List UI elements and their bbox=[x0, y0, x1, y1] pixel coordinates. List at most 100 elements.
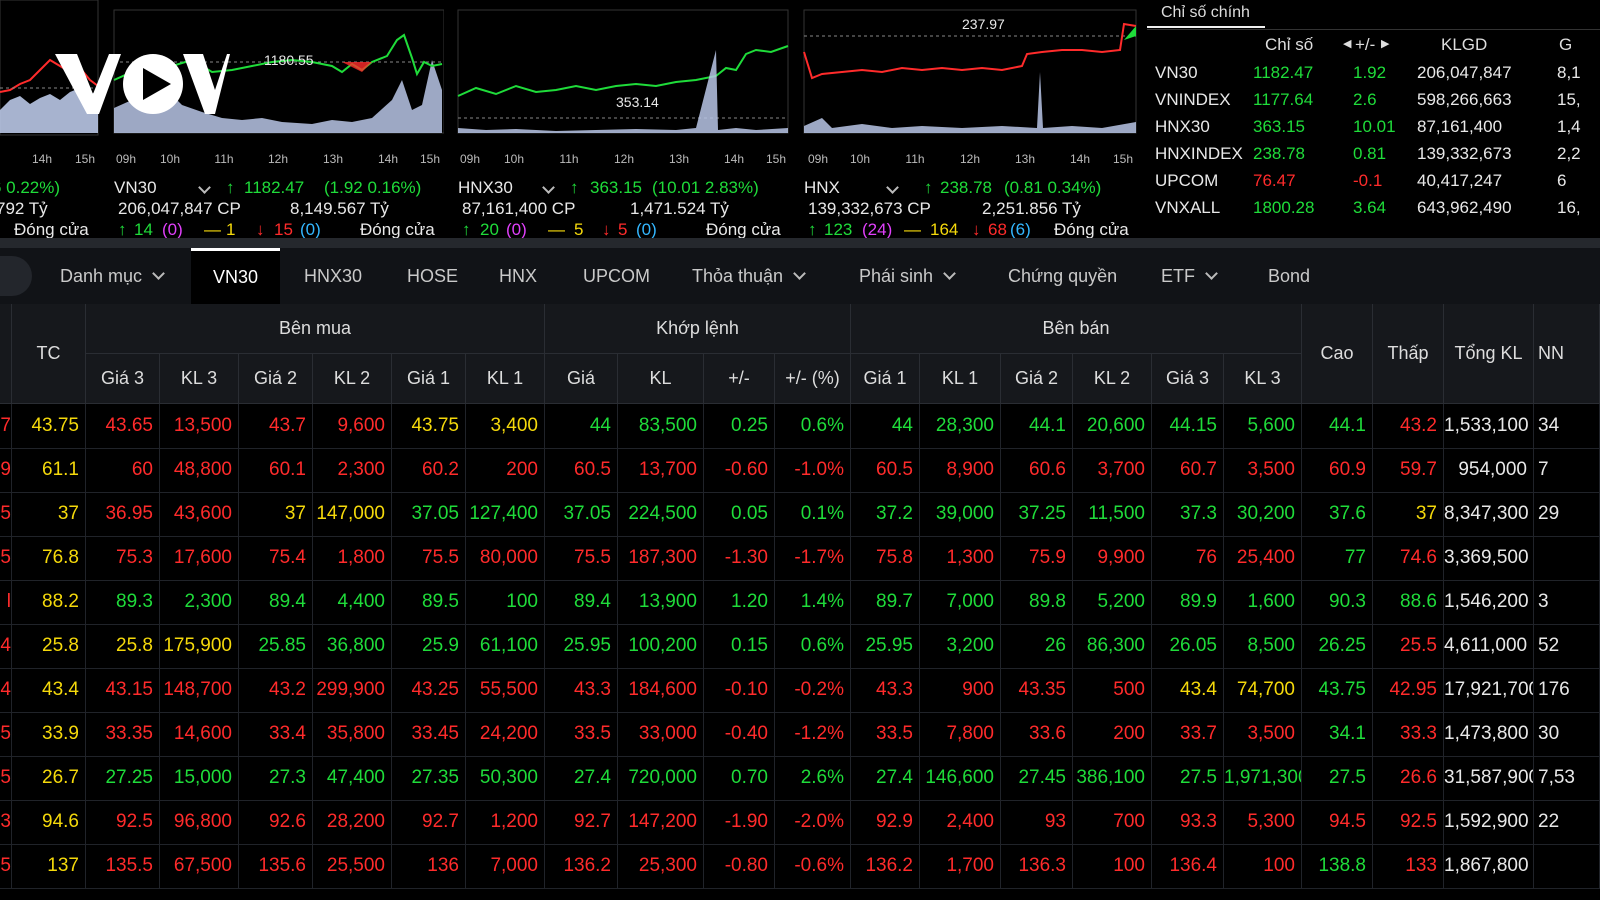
index-name: VNXALL bbox=[1155, 198, 1221, 217]
col-change-pct[interactable]: +/- (%) bbox=[775, 354, 851, 404]
tab-phai-sinh[interactable]: Phái sinh bbox=[859, 248, 956, 304]
table-row[interactable]: 4 43.4 43.15 148,700 43.2 299,900 43.25 55,500 4… bbox=[0, 668, 1600, 713]
tab-danh-muc[interactable]: Danh mục bbox=[60, 248, 165, 304]
table-row[interactable]: 5 37 36.95 43,600 37 147,000 37.05 127,400 37.05… bbox=[0, 492, 1600, 537]
index-change: -0.1 bbox=[1353, 171, 1383, 190]
index-value: 8,149.567 Tỷ bbox=[290, 199, 389, 218]
index-select[interactable]: VN30 bbox=[114, 178, 157, 198]
table-row[interactable]: 4 25.8 25.8 175,900 25.85 36,800 25.9 61,100 25.… bbox=[0, 624, 1600, 669]
symbol-cell[interactable]: 5 bbox=[0, 844, 12, 888]
symbol-cell[interactable]: 5 bbox=[0, 536, 12, 580]
down-arrow-icon: ↓ bbox=[256, 220, 265, 239]
table-cell: 43.2 bbox=[1373, 404, 1444, 448]
col-buy-vol-2[interactable]: KL 2 bbox=[313, 354, 392, 404]
time-tick: 13h bbox=[1014, 152, 1036, 166]
index-row[interactable]: VN30 1182.47 1.92 206,047,847 8,1 bbox=[1147, 59, 1600, 86]
symbol-cell[interactable]: 4 bbox=[0, 668, 12, 712]
time-tick: 14h bbox=[31, 152, 53, 166]
table-cell: 22 bbox=[1534, 800, 1600, 844]
tab-vn30[interactable]: VN30 bbox=[191, 248, 280, 304]
col-buy-vol-3[interactable]: KL 3 bbox=[160, 354, 239, 404]
table-row[interactable]: 5 26.7 27.25 15,000 27.3 47,400 27.35 50,300 27.… bbox=[0, 756, 1600, 801]
col-reference[interactable]: TC bbox=[12, 304, 86, 404]
tab-chung-quyen[interactable]: Chứng quyền bbox=[1008, 248, 1117, 304]
table-cell: 1,546,200 bbox=[1444, 580, 1534, 624]
chevron-down-icon[interactable] bbox=[542, 181, 555, 194]
table-cell: 26.7 bbox=[12, 756, 86, 800]
tab-etf[interactable]: ETF bbox=[1161, 248, 1218, 304]
sort-arrows-icon[interactable]: ▶ bbox=[1381, 31, 1389, 58]
col-sell-vol-2[interactable]: KL 2 bbox=[1073, 354, 1152, 404]
symbol-cell[interactable]: 5 bbox=[0, 712, 12, 756]
index-row[interactable]: HNXINDEX 238.78 0.81 139,332,673 2,2 bbox=[1147, 140, 1600, 167]
table-cell: 43.4 bbox=[12, 668, 86, 712]
chevron-down-icon[interactable] bbox=[886, 181, 899, 194]
symbol-cell[interactable]: l bbox=[0, 580, 12, 624]
col-low[interactable]: Thấp bbox=[1373, 304, 1444, 404]
index-value: 1,471.524 Tỷ bbox=[630, 199, 729, 218]
table-cell: 25.8 bbox=[86, 624, 160, 668]
table-cell: 187,300 bbox=[618, 536, 704, 580]
col-match-price[interactable]: Giá bbox=[545, 354, 618, 404]
table-cell: 43.3 bbox=[545, 668, 618, 712]
col-high[interactable]: Cao bbox=[1302, 304, 1373, 404]
index-row[interactable]: VNINDEX 1177.64 2.6 598,266,663 15, bbox=[1147, 86, 1600, 113]
table-cell: 60 bbox=[86, 448, 160, 492]
index-change: 10.01 bbox=[1353, 117, 1396, 136]
symbol-cell[interactable]: 9 bbox=[0, 448, 12, 492]
table-row[interactable]: 9 61.1 60 48,800 60.1 2,300 60.2 200 60.5 13,700-… bbox=[0, 448, 1600, 493]
tab-hose[interactable]: HOSE bbox=[407, 248, 458, 304]
chart-panel-hnx30[interactable]: 353.14 09h 10h 11h 12h 13h 14h 15h HNX30… bbox=[456, 0, 790, 239]
table-cell: 147,200 bbox=[618, 800, 704, 844]
unchanged-icon: — bbox=[548, 220, 565, 239]
up-arrow-icon: ↑ bbox=[462, 220, 471, 239]
col-buy-vol-1[interactable]: KL 1 bbox=[466, 354, 545, 404]
table-row[interactable]: 5 76.8 75.3 17,600 75.4 1,800 75.5 80,000 75.5 18… bbox=[0, 536, 1600, 581]
col-sell-price-2[interactable]: Giá 2 bbox=[1001, 354, 1073, 404]
symbol-cell[interactable]: 4 bbox=[0, 624, 12, 668]
col-sell-vol-3[interactable]: KL 3 bbox=[1224, 354, 1302, 404]
col-total-volume[interactable]: Tổng KL bbox=[1444, 304, 1534, 404]
col-volume: KLGD bbox=[1441, 35, 1488, 54]
table-row[interactable]: 5 137 135.5 67,500 135.6 25,500 136 7,000 136.2 2… bbox=[0, 844, 1600, 889]
table-cell: 75.9 bbox=[1001, 536, 1073, 580]
symbol-cell[interactable]: 5 bbox=[0, 756, 12, 800]
index-row[interactable]: HNX30 363.15 10.01 87,161,400 1,4 bbox=[1147, 113, 1600, 140]
symbol-cell[interactable]: 7 bbox=[0, 404, 12, 448]
index-row[interactable]: UPCOM 76.47 -0.1 40,417,247 6 bbox=[1147, 167, 1600, 194]
col-match-volume[interactable]: KL bbox=[618, 354, 704, 404]
sort-arrows-icon[interactable]: ◀ bbox=[1343, 31, 1351, 58]
tab-thoa-thuan[interactable]: Thỏa thuận bbox=[692, 248, 806, 304]
col-sell-price-3[interactable]: Giá 3 bbox=[1152, 354, 1224, 404]
index-select[interactable]: HNX30 bbox=[458, 178, 513, 198]
index-row[interactable]: VNXALL 1800.28 3.64 643,962,490 16, bbox=[1147, 194, 1600, 221]
table-cell: 33.7 bbox=[1152, 712, 1224, 756]
chevron-down-icon[interactable] bbox=[198, 181, 211, 194]
table-row[interactable]: 5 33.9 33.35 14,600 33.4 35,800 33.45 24,200 33.… bbox=[0, 712, 1600, 757]
col-buy-price-3[interactable]: Giá 3 bbox=[86, 354, 160, 404]
col-sell-vol-1[interactable]: KL 1 bbox=[920, 354, 1001, 404]
index-select[interactable]: HNX bbox=[804, 178, 840, 198]
market-overview: 14h 15h 6 0.22%) 792 Tỷ Đóng cửa 1180.55… bbox=[0, 0, 1600, 239]
symbol-cell[interactable]: 5 bbox=[0, 492, 12, 536]
symbol-cell[interactable]: 3 bbox=[0, 800, 12, 844]
chart-panel-hnx[interactable]: 237.97 09h 10h 11h 12h 13h 14h 15h HNX ↑… bbox=[802, 0, 1138, 239]
table-cell: 92.5 bbox=[1373, 800, 1444, 844]
tab-main-indices[interactable]: Chỉ số chính bbox=[1147, 0, 1265, 28]
tab-hnx30[interactable]: HNX30 bbox=[304, 248, 362, 304]
table-row[interactable]: 7 43.75 43.65 13,500 43.7 9,600 43.75 3,400 44 83… bbox=[0, 404, 1600, 449]
col-buy-price-2[interactable]: Giá 2 bbox=[239, 354, 313, 404]
table-cell: 3,700 bbox=[1073, 448, 1152, 492]
col-buy-price-1[interactable]: Giá 1 bbox=[392, 354, 466, 404]
tab-hnx[interactable]: HNX bbox=[499, 248, 537, 304]
tab-upcom[interactable]: UPCOM bbox=[583, 248, 650, 304]
col-sell-price-1[interactable]: Giá 1 bbox=[851, 354, 920, 404]
time-tick: 15h bbox=[765, 152, 787, 166]
tab-bond[interactable]: Bond bbox=[1268, 248, 1310, 304]
table-cell: 3 bbox=[1534, 580, 1600, 624]
col-foreign[interactable]: NN bbox=[1534, 304, 1600, 404]
col-change[interactable]: +/- bbox=[704, 354, 775, 404]
table-cell: 44.15 bbox=[1152, 404, 1224, 448]
table-row[interactable]: 3 94.6 92.5 96,800 92.6 28,200 92.7 1,200 92.7 14… bbox=[0, 800, 1600, 845]
table-row[interactable]: l 88.2 89.3 2,300 89.4 4,400 89.5 100 89.4 13,900… bbox=[0, 580, 1600, 625]
